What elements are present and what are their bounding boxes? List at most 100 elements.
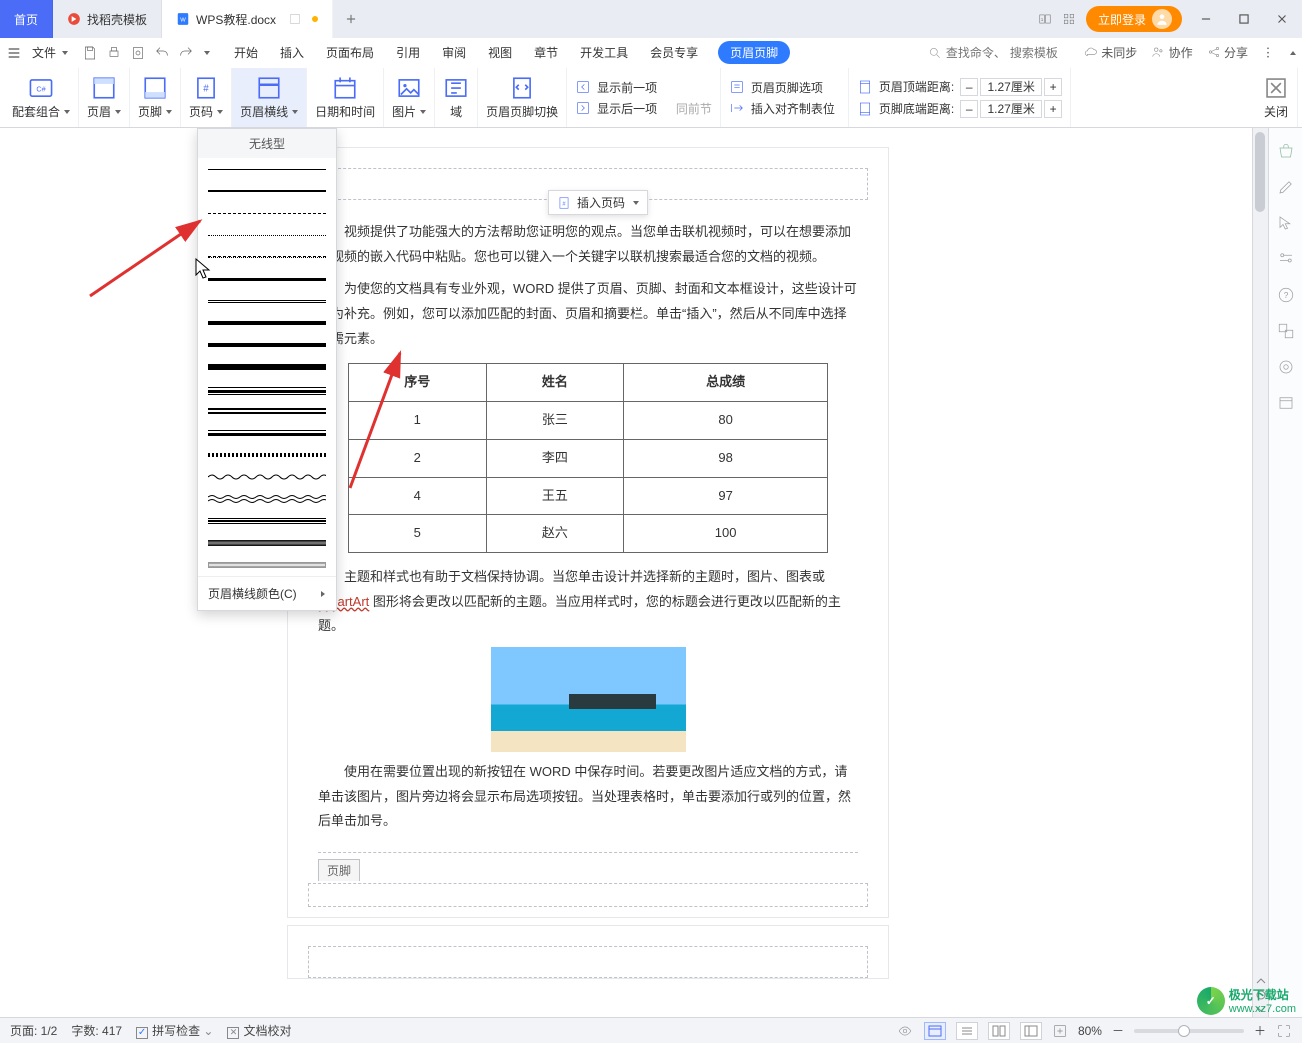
- view-outline-button[interactable]: [956, 1022, 978, 1040]
- menu-vip[interactable]: 会员专享: [648, 40, 700, 65]
- app-grid-icon[interactable]: [1062, 12, 1076, 26]
- menu-headerfooter[interactable]: 页眉页脚: [718, 41, 790, 64]
- header-editing-area[interactable]: [308, 946, 868, 978]
- ribbon-field[interactable]: 域: [435, 68, 478, 127]
- decrement-button[interactable]: –: [960, 100, 978, 118]
- coop-button[interactable]: 协作: [1151, 44, 1192, 61]
- menu-view[interactable]: 视图: [486, 40, 514, 65]
- window-maximize-button[interactable]: [1230, 5, 1258, 33]
- ribbon-show-prev[interactable]: 显示前一项: [575, 79, 657, 96]
- ribbon-picture[interactable]: 图片: [384, 68, 435, 127]
- view-read-button[interactable]: [988, 1022, 1010, 1040]
- zoom-value[interactable]: 80%: [1078, 1024, 1102, 1038]
- menu-more[interactable]: ︙: [1262, 44, 1274, 61]
- command-search[interactable]: [928, 46, 1070, 60]
- zoom-settings-icon[interactable]: [1052, 1023, 1068, 1039]
- line-style-option[interactable]: [198, 356, 336, 378]
- sync-status[interactable]: 未同步: [1084, 44, 1137, 61]
- line-style-option[interactable]: [198, 290, 336, 312]
- redo-icon[interactable]: [178, 45, 194, 61]
- login-button[interactable]: 立即登录: [1086, 6, 1182, 32]
- insert-pagenum-popup[interactable]: # 插入页码: [548, 190, 648, 215]
- menu-layout[interactable]: 页面布局: [324, 40, 376, 65]
- tab-template[interactable]: 找稻壳模板: [53, 0, 162, 38]
- window-close-button[interactable]: [1268, 5, 1296, 33]
- side-pen-icon[interactable]: [1277, 178, 1295, 196]
- tab-home[interactable]: 首页: [0, 0, 53, 38]
- side-toolbox-icon[interactable]: [1277, 142, 1295, 160]
- ribbon-close[interactable]: 关闭: [1255, 68, 1298, 127]
- line-style-option[interactable]: [198, 224, 336, 246]
- zoom-out-button[interactable]: －: [1112, 1022, 1124, 1039]
- template-search-input[interactable]: [1010, 46, 1070, 60]
- view-web-button[interactable]: [1020, 1022, 1042, 1040]
- line-style-option[interactable]: [198, 202, 336, 224]
- status-words[interactable]: 字数: 417: [71, 1022, 122, 1039]
- line-style-option[interactable]: [198, 466, 336, 488]
- side-select-icon[interactable]: [1277, 214, 1295, 232]
- document-area[interactable]: 无线型 页眉横线颜色(C): [0, 128, 1252, 1017]
- fullscreen-icon[interactable]: [1276, 1023, 1292, 1039]
- undo-icon[interactable]: [154, 45, 170, 61]
- ribbon-footer[interactable]: 页脚: [130, 68, 181, 127]
- tab-document[interactable]: W WPS教程.docx: [162, 0, 333, 38]
- bottom-distance-value[interactable]: 1.27厘米: [980, 100, 1042, 118]
- menu-dev[interactable]: 开发工具: [578, 40, 630, 65]
- side-help-icon[interactable]: ?: [1277, 286, 1295, 304]
- line-style-option[interactable]: [198, 268, 336, 290]
- qat-more-icon[interactable]: [204, 51, 210, 55]
- ribbon-combo[interactable]: C# 配套组合: [4, 68, 79, 127]
- line-style-option[interactable]: [198, 378, 336, 400]
- ribbon-pagenum[interactable]: # 页码: [181, 68, 232, 127]
- status-spellcheck[interactable]: 拼写检查 ⌄: [136, 1022, 213, 1039]
- ribbon-hf-switch[interactable]: 页眉页脚切换: [478, 68, 567, 127]
- line-style-option[interactable]: [198, 400, 336, 422]
- status-proof[interactable]: 文档校对: [227, 1022, 291, 1039]
- bottom-distance-spinner[interactable]: – 1.27厘米 +: [960, 100, 1062, 118]
- side-settings-icon[interactable]: [1277, 250, 1295, 268]
- top-distance-spinner[interactable]: – 1.27厘米 +: [960, 78, 1062, 96]
- tab-add-button[interactable]: [333, 0, 369, 38]
- tab-menu-icon[interactable]: [288, 12, 302, 26]
- line-style-option[interactable]: [198, 444, 336, 466]
- zoom-in-button[interactable]: ＋: [1254, 1022, 1266, 1039]
- hamburger-icon[interactable]: [6, 45, 22, 61]
- menu-section[interactable]: 章节: [532, 40, 560, 65]
- ribbon-header[interactable]: 页眉: [79, 68, 130, 127]
- increment-button[interactable]: +: [1044, 78, 1062, 96]
- eye-icon[interactable]: [896, 1024, 914, 1038]
- footer-label-tab[interactable]: 页脚: [318, 859, 858, 881]
- top-distance-value[interactable]: 1.27厘米: [980, 78, 1042, 96]
- zoom-knob[interactable]: [1178, 1025, 1190, 1037]
- ribbon-show-next[interactable]: 显示后一项 同前节: [575, 100, 712, 117]
- line-style-option[interactable]: [198, 334, 336, 356]
- print-icon[interactable]: [106, 45, 122, 61]
- line-style-option[interactable]: [198, 158, 336, 180]
- line-style-option[interactable]: [198, 422, 336, 444]
- line-style-option[interactable]: [198, 312, 336, 334]
- window-minimize-button[interactable]: [1192, 5, 1220, 33]
- line-style-option[interactable]: [198, 488, 336, 510]
- increment-button[interactable]: +: [1044, 100, 1062, 118]
- command-search-input[interactable]: [946, 46, 1006, 60]
- decrement-button[interactable]: –: [960, 78, 978, 96]
- line-style-option[interactable]: [198, 510, 336, 532]
- zoom-slider[interactable]: [1134, 1029, 1244, 1033]
- ribbon-insert-align[interactable]: 插入对齐制表位: [729, 100, 835, 117]
- line-style-option[interactable]: [198, 180, 336, 202]
- menu-insert[interactable]: 插入: [278, 40, 306, 65]
- ribbon-hf-options[interactable]: 页眉页脚选项: [729, 79, 823, 96]
- menu-review[interactable]: 审阅: [440, 40, 468, 65]
- save-icon[interactable]: [82, 45, 98, 61]
- menu-start[interactable]: 开始: [232, 40, 260, 65]
- menu-ref[interactable]: 引用: [394, 40, 422, 65]
- side-cloud-icon[interactable]: [1277, 358, 1295, 376]
- collapse-ribbon-icon[interactable]: [1290, 51, 1296, 55]
- preview-icon[interactable]: [130, 45, 146, 61]
- dropdown-color-option[interactable]: 页眉横线颜色(C): [198, 576, 336, 610]
- side-translate-icon[interactable]: [1277, 322, 1295, 340]
- share-button[interactable]: 分享: [1207, 44, 1248, 61]
- ribbon-header-line[interactable]: 页眉横线: [232, 68, 307, 127]
- line-style-option[interactable]: [198, 554, 336, 576]
- line-style-option[interactable]: [198, 246, 336, 268]
